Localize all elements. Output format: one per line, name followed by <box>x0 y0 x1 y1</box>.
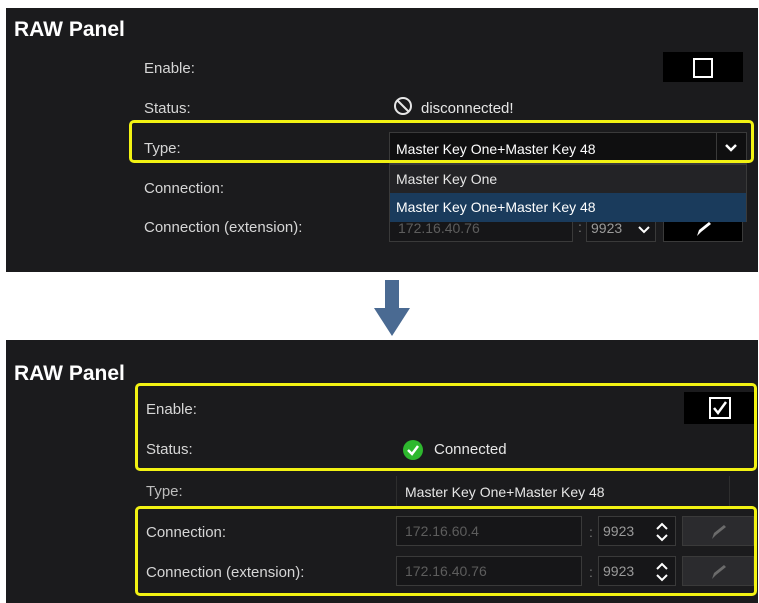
highlight-connections <box>135 506 757 596</box>
status-label: Status: <box>144 100 191 117</box>
dropdown-option-selected[interactable]: Master Key One+Master Key 48 <box>390 193 746 222</box>
connection-label: Connection: <box>144 180 225 197</box>
pencil-icon <box>697 222 711 236</box>
status-text: disconnected! <box>421 100 514 117</box>
chevron-down-icon[interactable] <box>637 223 651 237</box>
type-value-field: Master Key One+Master Key 48 <box>396 476 730 506</box>
port-value: 9923 <box>591 220 623 236</box>
dropdown-option[interactable]: Master Key One <box>390 165 746 193</box>
connection-extension-label: Connection (extension): <box>144 219 303 236</box>
enable-label: Enable: <box>144 60 195 77</box>
highlight-type-row <box>129 120 754 163</box>
checkbox-box <box>693 58 713 78</box>
disconnected-icon <box>394 97 412 115</box>
type-label: Type: <box>146 483 183 500</box>
type-value: Master Key One+Master Key 48 <box>405 484 605 500</box>
highlight-enable-status <box>135 383 757 471</box>
panel-title: RAW Panel <box>14 362 125 385</box>
enable-checkbox[interactable] <box>663 52 743 82</box>
type-dropdown-list: Master Key One Master Key One+Master Key… <box>389 164 747 222</box>
panel-title: RAW Panel <box>14 18 125 41</box>
arrow-down-icon <box>374 280 410 336</box>
